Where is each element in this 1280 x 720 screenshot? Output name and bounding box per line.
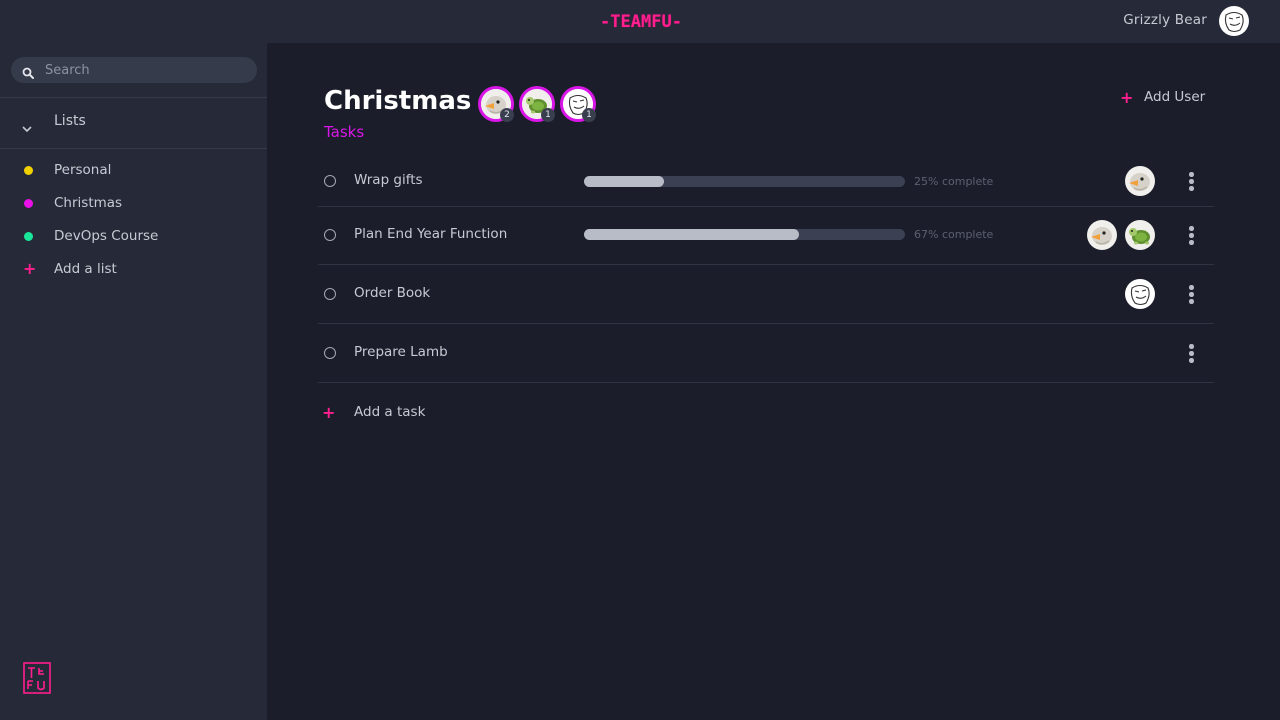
add-task-button[interactable]: + Add a task: [318, 402, 618, 424]
chevron-down-icon[interactable]: [21, 118, 33, 137]
task-name: Wrap gifts: [354, 172, 423, 188]
member-avatar[interactable]: 2: [478, 86, 514, 122]
task-name: Prepare Lamb: [354, 344, 448, 360]
task-row[interactable]: Order Book: [318, 265, 1214, 324]
top-bar: -TEAMFU- Grizzly Bear: [0, 0, 1280, 43]
task-row[interactable]: Plan End Year Function 67% complete: [318, 207, 1214, 265]
add-list-button[interactable]: + Add a list: [0, 255, 267, 285]
progress-bar: [584, 229, 905, 240]
sidebar-item-personal[interactable]: Personal: [0, 156, 267, 186]
plus-icon: +: [322, 403, 336, 422]
lists-heading: Lists: [54, 113, 86, 129]
task-name: Order Book: [354, 285, 431, 301]
task-name: Plan End Year Function: [354, 226, 508, 242]
progress-fill: [584, 176, 665, 187]
progress-bar: [584, 176, 905, 187]
more-options-icon[interactable]: [1186, 225, 1196, 245]
member-avatar[interactable]: 1: [560, 86, 596, 122]
list-title: Christmas: [324, 86, 472, 116]
task-row[interactable]: Prepare Lamb: [318, 324, 1214, 383]
progress-label: 67% complete: [914, 228, 994, 241]
task-checkbox[interactable]: [324, 229, 336, 241]
member-task-count: 2: [500, 108, 514, 122]
sidebar-item-devops-course[interactable]: DevOps Course: [0, 222, 267, 252]
sidebar-item-label: Personal: [54, 162, 112, 178]
task-checkbox[interactable]: [324, 288, 336, 300]
bird-avatar[interactable]: [1087, 220, 1117, 250]
task-row[interactable]: Wrap gifts 25% complete: [318, 154, 1214, 207]
plus-icon: +: [23, 259, 37, 278]
list-color-dot: [24, 232, 33, 241]
row-divider: [318, 382, 1214, 383]
more-options-icon[interactable]: [1186, 343, 1196, 363]
teamfu-badge-icon: [23, 662, 51, 698]
search-icon: [22, 64, 34, 83]
add-task-label: Add a task: [354, 404, 426, 420]
turtle-avatar[interactable]: [1125, 220, 1155, 250]
progress-label: 25% complete: [914, 175, 994, 188]
more-options-icon[interactable]: [1186, 284, 1196, 304]
task-checkbox[interactable]: [324, 347, 336, 359]
meme-face-avatar[interactable]: [1125, 279, 1155, 309]
lists-section-toggle[interactable]: Lists: [0, 99, 267, 149]
sidebar-divider: [0, 148, 267, 149]
more-options-icon[interactable]: [1186, 171, 1196, 191]
teamfu-logo[interactable]: -TEAMFU-: [589, 10, 693, 34]
user-name[interactable]: Grizzly Bear: [1123, 12, 1207, 28]
section-subtitle: Tasks: [324, 123, 365, 141]
search-input[interactable]: [45, 57, 245, 83]
list-color-dot: [24, 199, 33, 208]
sidebar: Lists Personal Christmas DevOps Course +…: [0, 43, 267, 720]
sidebar-item-christmas[interactable]: Christmas: [0, 189, 267, 219]
task-checkbox[interactable]: [324, 175, 336, 187]
add-user-label: Add User: [1144, 89, 1206, 105]
progress-fill: [584, 229, 800, 240]
user-avatar[interactable]: [1219, 6, 1249, 40]
search-box[interactable]: [11, 57, 257, 83]
member-task-count: 1: [541, 108, 555, 122]
add-list-label: Add a list: [54, 261, 117, 277]
member-task-count: 1: [582, 108, 596, 122]
sidebar-divider: [0, 97, 267, 98]
member-avatar[interactable]: 1: [519, 86, 555, 122]
sidebar-item-label: Christmas: [54, 195, 123, 211]
plus-icon: +: [1120, 88, 1134, 107]
list-color-dot: [24, 166, 33, 175]
sidebar-item-label: DevOps Course: [54, 228, 159, 244]
bird-avatar[interactable]: [1125, 166, 1155, 196]
